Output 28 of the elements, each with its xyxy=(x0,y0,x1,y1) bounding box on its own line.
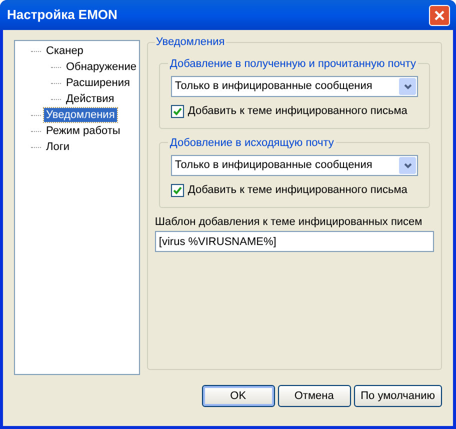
tree-item[interactable]: Расширения xyxy=(64,76,132,90)
dialog-button[interactable]: По умолчанию xyxy=(354,385,442,407)
group-title: Добавление в полученную и прочитанную почту xyxy=(168,56,417,72)
dialog-button[interactable]: OK xyxy=(202,385,275,407)
tree-item[interactable]: Обнаружение xyxy=(64,60,138,74)
tree-item[interactable]: Уведомления xyxy=(44,108,117,122)
template-field[interactable]: [virus %VIRUSNAME%] xyxy=(154,231,434,252)
chevron-down-icon xyxy=(404,162,412,168)
tree-item[interactable]: Режим работы xyxy=(44,124,122,138)
check-icon xyxy=(172,106,182,116)
dropdown[interactable]: Только в инфицированные сообщения xyxy=(170,155,418,176)
section-title: Уведомления xyxy=(154,35,226,50)
dialog-button[interactable]: Отмена xyxy=(278,385,351,407)
checkbox[interactable] xyxy=(170,184,184,197)
template-label: Шаблон добавления к теме инфицированных писем xyxy=(154,214,424,230)
tree-item[interactable]: Сканер xyxy=(44,44,86,58)
window-title: Настройка EMON xyxy=(6,6,118,24)
tree-item[interactable]: Логи xyxy=(44,140,72,154)
dropdown[interactable]: Только в инфицированные сообщения xyxy=(170,76,418,97)
checkbox[interactable] xyxy=(170,104,184,118)
check-icon xyxy=(172,186,182,195)
group-title: Добовление в исходящую почту xyxy=(168,136,335,150)
close-button[interactable] xyxy=(429,4,450,26)
chevron-down-icon xyxy=(404,84,412,90)
close-icon xyxy=(434,10,445,20)
checkbox-label: Добавить к теме инфицированного письма xyxy=(188,104,408,119)
tree-item[interactable]: Действия xyxy=(64,92,116,106)
checkbox-label: Добавить к теме инфицированного письма xyxy=(188,183,408,198)
